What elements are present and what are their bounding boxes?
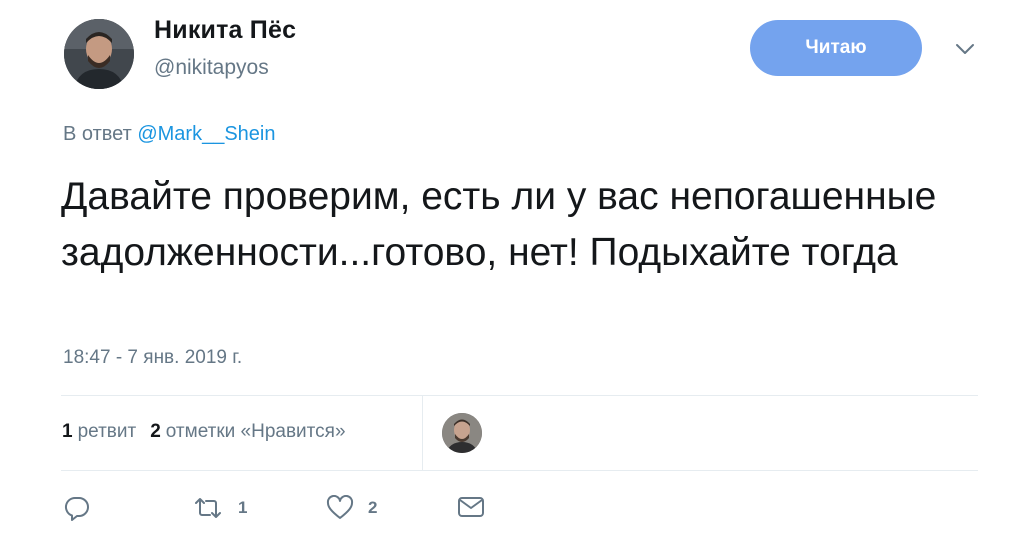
- likes-stat[interactable]: 2 отметки «Нравится»: [150, 421, 345, 443]
- tweet-text: Давайте проверим, есть ли у вас непогаше…: [61, 175, 937, 274]
- retweets-label: ретвит: [77, 421, 137, 442]
- author-name[interactable]: Никита Пёс: [154, 16, 296, 45]
- retweet-count: 1: [238, 498, 248, 517]
- tweet-timestamp[interactable]: 18:47 - 7 янв. 2019 г.: [63, 347, 242, 369]
- divider: [61, 470, 978, 471]
- tweet-stats: 1 ретвит 2 отметки «Нравится»: [62, 421, 346, 443]
- retweets-count: 1: [62, 421, 73, 442]
- direct-message-button[interactable]: [457, 495, 485, 519]
- author-avatar[interactable]: [64, 19, 134, 89]
- liker-avatar[interactable]: [442, 413, 482, 453]
- reply-context: В ответ @Mark__Shein: [63, 123, 275, 146]
- retweet-button[interactable]: 1: [192, 495, 247, 521]
- retweet-icon: [192, 495, 224, 521]
- reply-prefix: В ответ: [63, 123, 132, 145]
- follow-button[interactable]: Читаю: [750, 20, 922, 76]
- likes-count: 2: [150, 421, 161, 442]
- divider: [61, 395, 978, 396]
- retweets-stat[interactable]: 1 ретвит: [62, 421, 136, 443]
- reply-button[interactable]: [64, 495, 90, 521]
- likes-label: отметки «Нравится»: [165, 421, 346, 442]
- message-icon: [457, 495, 485, 519]
- like-count: 2: [368, 498, 378, 517]
- like-button[interactable]: 2: [326, 495, 377, 521]
- chevron-down-icon[interactable]: [952, 36, 978, 62]
- heart-icon: [326, 495, 354, 521]
- divider: [422, 396, 423, 470]
- reply-icon: [64, 495, 90, 521]
- reply-mention-link[interactable]: @Mark__Shein: [137, 123, 275, 145]
- author-handle[interactable]: @nikitapyos: [154, 56, 269, 80]
